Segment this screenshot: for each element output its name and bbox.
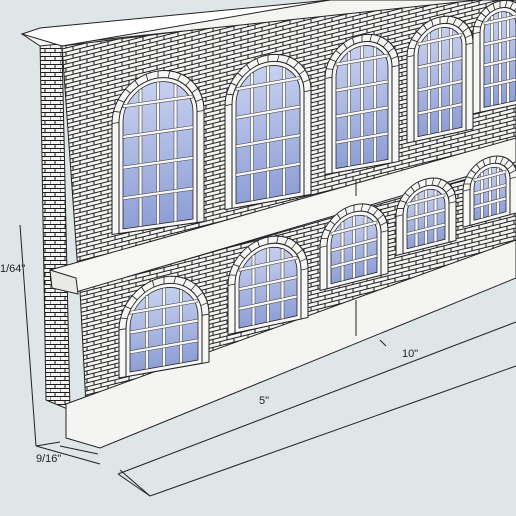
- sketchup-viewport[interactable]: 1/64" 9/16" 5" 10": [0, 0, 516, 516]
- half-length-dimension-label: 5": [259, 395, 269, 407]
- model-canvas[interactable]: 1/64" 9/16" 5" 10": [0, 0, 516, 516]
- arched-window: [472, 0, 516, 115]
- arched-window: [324, 33, 400, 176]
- depth-dimension-label: 9/16": [36, 453, 61, 465]
- arched-window: [111, 70, 205, 236]
- height-dimension-label: 1/64": [0, 263, 25, 275]
- length-dimension-label: 10": [402, 348, 418, 360]
